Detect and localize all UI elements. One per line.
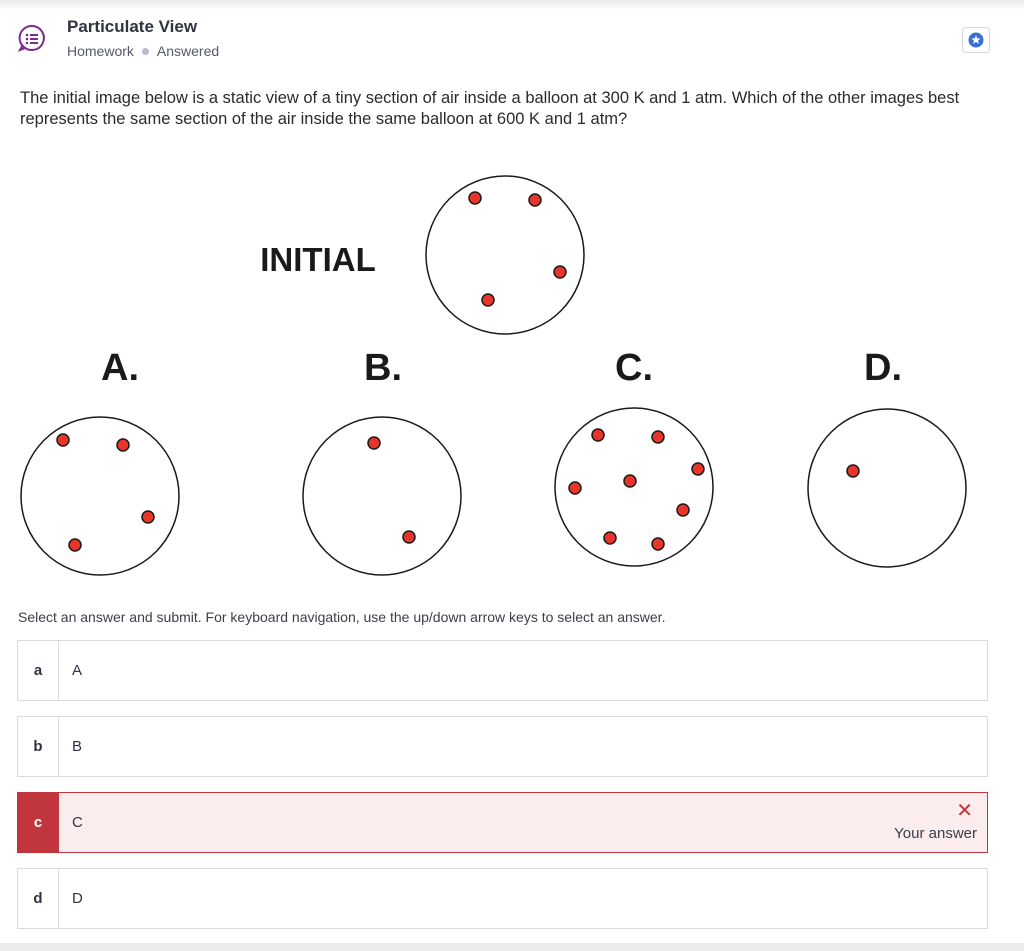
gas-particle: [651, 537, 665, 551]
option-text: C: [72, 814, 83, 831]
gas-particle: [141, 510, 155, 524]
balloon-outline: [20, 416, 180, 576]
breadcrumb: Homework Answered: [67, 43, 219, 59]
your-answer-label: Your answer: [894, 825, 977, 842]
option-letter: b: [18, 717, 59, 776]
figure-svg: INITIAL A. B. C. D.: [20, 175, 967, 576]
balloon-d: [807, 408, 967, 568]
label-d: D.: [864, 347, 902, 389]
option-text: B: [72, 738, 83, 755]
bottom-scrollbar: [0, 943, 1024, 951]
particle-figure: INITIAL A. B. C. D.: [0, 150, 1024, 590]
gas-particle: [116, 438, 130, 452]
gas-particle: [367, 436, 381, 450]
gas-particle: [603, 531, 617, 545]
bookmark-button[interactable]: [962, 27, 990, 53]
option-letter: c: [18, 793, 59, 852]
gas-particle: [528, 193, 542, 207]
star-icon: [968, 32, 984, 48]
balloon-outline: [807, 408, 967, 568]
balloon-outline: [302, 416, 462, 576]
balloon-initial: [425, 175, 585, 335]
gas-particle: [591, 428, 605, 442]
gas-particle: [651, 430, 665, 444]
gas-particle: [553, 265, 567, 279]
status-label: Answered: [156, 43, 220, 59]
gas-particle: [402, 530, 416, 544]
balloons-group: [20, 175, 967, 576]
gas-particle: [468, 191, 482, 205]
answer-option-a[interactable]: a A: [17, 640, 988, 701]
option-text: D: [72, 890, 83, 907]
answer-option-b[interactable]: b B: [17, 716, 988, 777]
label-a: A.: [101, 347, 139, 389]
close-icon: ✕: [956, 800, 973, 822]
gas-particle: [481, 293, 495, 307]
balloon-a: [20, 416, 180, 576]
label-c: C.: [615, 347, 653, 389]
initial-label: INITIAL: [260, 241, 375, 278]
answer-option-c[interactable]: c C ✕ Your answer: [17, 792, 988, 853]
label-b: B.: [364, 347, 402, 389]
gas-particle: [691, 462, 705, 476]
balloon-c: [554, 407, 714, 567]
instructions-text: Select an answer and submit. For keyboar…: [18, 609, 666, 625]
gas-particle: [56, 433, 70, 447]
answer-option-d[interactable]: d D: [17, 868, 988, 929]
incorrect-indicator: ✕ Your answer: [879, 801, 977, 842]
category-label: Homework: [67, 43, 134, 59]
gas-particle: [68, 538, 82, 552]
page-title: Particulate View: [67, 17, 198, 36]
balloon-outline: [425, 175, 585, 335]
question-text: The initial image below is a static view…: [20, 89, 960, 128]
option-text: A: [72, 662, 83, 679]
option-letter: d: [18, 869, 59, 928]
separator-dot: [141, 47, 149, 55]
gas-particle: [623, 474, 637, 488]
option-letter: a: [18, 641, 59, 700]
gas-particle: [568, 481, 582, 495]
question-list-icon: [17, 24, 46, 52]
balloon-b: [302, 416, 462, 576]
gas-particle: [676, 503, 690, 517]
gas-particle: [846, 464, 860, 478]
top-shadow: [0, 0, 1024, 10]
